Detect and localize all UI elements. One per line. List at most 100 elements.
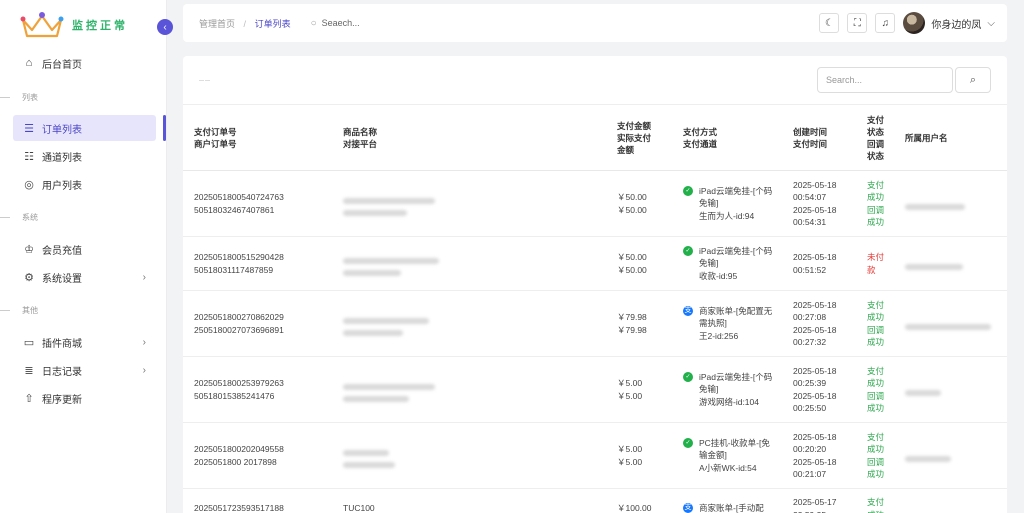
wechat-icon: ✓ <box>683 437 693 448</box>
search-button[interactable]: ⌕ <box>955 67 991 93</box>
search-input[interactable]: Search... <box>817 67 953 93</box>
header-text: 支付金额 <box>617 120 652 131</box>
sidebar-item-orders[interactable]: ☰ 订单列表 <box>13 115 156 141</box>
dark-mode-button[interactable]: ☾ <box>819 13 840 33</box>
table-row[interactable]: 2025051723593517188 TUC100 ￥100.00 支商家账单-[手… <box>183 488 1007 513</box>
payment-line: iPad云端免挂-[个码 <box>699 185 773 196</box>
list-icon: ☰ <box>24 122 34 135</box>
time-line: 2025-05-18 <box>793 324 837 335</box>
section-divider <box>0 216 10 218</box>
time-line: 00:51:52 <box>793 264 827 275</box>
table-row[interactable]: 2025051800515290428 50518031117487859 ￥50.… <box>183 236 1007 291</box>
order-no: 2025051800270862029 <box>194 312 284 322</box>
fullscreen-button[interactable]: ⛶ <box>847 13 868 33</box>
sidebar-item-home[interactable]: ⌂ 后台首页 <box>13 50 156 76</box>
time-line: 00:54:07 <box>793 192 827 202</box>
merchant-no: 50518031117487859 <box>194 264 274 275</box>
breadcrumb: 管理首页 / 订单列表 <box>199 17 291 30</box>
status-line: 成功 <box>867 509 897 513</box>
cell-status: 支付 成功 回调 成功 <box>863 170 901 237</box>
sidebar-item-label: 日志记录 <box>42 366 82 378</box>
section-divider <box>0 96 10 98</box>
notifications-button[interactable]: ♫ <box>875 13 896 33</box>
status-line: 成功 <box>867 192 885 202</box>
sidebar-item-label: 后台首页 <box>42 59 82 71</box>
time-line: 2025-05-18 <box>793 204 837 215</box>
payment-line: 免输] <box>699 384 719 395</box>
redacted-product <box>343 252 609 264</box>
cell-product <box>333 290 613 357</box>
sidebar-item-recharge[interactable]: ♔ 会员充值 <box>13 236 156 262</box>
cell-user <box>901 170 1007 237</box>
cell-amount: ￥100.00 <box>613 488 675 513</box>
sidebar-item-label: 会员充值 <box>42 245 82 257</box>
status-line: 回调 <box>867 324 885 335</box>
payment-line: PC挂机-收款单-[免 <box>699 437 770 448</box>
table-row[interactable]: 2025051800270862029 2505180027073696891 ￥7… <box>183 290 1007 357</box>
avatar[interactable] <box>903 12 926 34</box>
amount: ￥79.98 <box>617 312 647 322</box>
section-label: 列表 <box>22 92 38 102</box>
header-text: 支付方式 <box>683 126 718 137</box>
order-no: 2025051800202049558 <box>194 444 284 454</box>
sidebar-item-label: 系统设置 <box>42 273 82 285</box>
card-toolbar: —— Search... ⌕ <box>183 56 1007 104</box>
cell-status: 支付成功 <box>863 488 901 513</box>
time-line: 00:20:20 <box>793 444 827 454</box>
header-text: 支付通道 <box>683 138 718 149</box>
cell-product: TUC100 <box>333 488 613 513</box>
table-row[interactable]: 2025051800202049558 2025051800 2017898 ￥5.… <box>183 422 1007 489</box>
status-line: 未付 <box>867 252 885 262</box>
header-order-no: 支付订单号 商户订单号 <box>183 104 333 171</box>
payment-line: 免输] <box>699 198 719 209</box>
sidebar-item-plugins[interactable]: ▭ 插件商城 › <box>13 329 156 355</box>
cell-amount: ￥79.98 ￥79.98 <box>613 290 675 357</box>
sidebar-item-settings[interactable]: ⚙ 系统设置 › <box>13 264 156 290</box>
header-text: 商户订单号 <box>194 138 237 149</box>
order-no: 2025051800540724763 <box>194 192 284 202</box>
table-row[interactable]: 2025051800253979263 50518015385241476 ￥5.0… <box>183 356 1007 423</box>
payment-method: ✓ iPad云端免挂-[个码 免输] 收款-id:95 <box>683 245 785 283</box>
sidebar-item-users[interactable]: ◎ 用户列表 <box>13 171 156 197</box>
header-text: 支付时间 <box>793 138 828 149</box>
cell-product <box>333 170 613 237</box>
status-line: 回调 <box>867 204 885 215</box>
header-text: 状态 <box>867 126 885 137</box>
breadcrumb-home[interactable]: 管理首页 <box>199 19 235 29</box>
cell-order-no: 2025051723593517188 <box>183 488 333 513</box>
chevron-down-icon[interactable]: ⌵ <box>987 18 995 29</box>
actual-amount: ￥50.00 <box>617 204 647 215</box>
header-text: 支付 <box>867 114 885 125</box>
amount: ￥100.00 <box>617 503 652 513</box>
cell-payment: ✓ iPad云端免挂-[个码 免输] 游戏网络-id:104 <box>675 356 789 423</box>
cell-status: 未付款 <box>863 236 901 291</box>
bell-icon: ♫ <box>881 17 890 29</box>
table-row[interactable]: 2025051800540724763 50518032467407861 ￥50.… <box>183 170 1007 237</box>
status-line: 款 <box>867 264 876 275</box>
redacted-username <box>905 318 1003 330</box>
username[interactable]: 你身边的凤 <box>931 16 981 31</box>
gear-icon: ⚙ <box>24 271 34 284</box>
status-line: 回调 <box>867 456 885 467</box>
cell-product <box>333 356 613 423</box>
top-search[interactable]: ○ Seaech... <box>311 18 360 29</box>
chevron-right-icon: › <box>142 364 146 376</box>
cell-order-no: 2025051800270862029 2505180027073696891 <box>183 290 333 357</box>
time-line: 23:59:35 <box>793 509 859 513</box>
home-icon: ⌂ <box>25 57 33 69</box>
header-text: 金额 <box>617 144 635 155</box>
wechat-icon: ✓ <box>683 245 693 256</box>
collapse-sidebar-button[interactable]: ‹ <box>157 19 173 35</box>
status-line: 成功 <box>867 312 885 322</box>
section-system: 系统 <box>0 210 160 224</box>
sidebar-item-channels[interactable]: ☷ 通道列表 <box>13 143 156 169</box>
payment-method: ✓ PC挂机-收款单-[免 输金额] A小新WK-id:54 <box>683 437 785 475</box>
section-other: 其他 <box>0 303 160 317</box>
payment-line: A小新WK-id:54 <box>699 462 757 473</box>
sidebar-item-logs[interactable]: ≣ 日志记录 › <box>13 357 156 383</box>
sidebar-item-update[interactable]: ⇧ 程序更新 <box>13 385 156 411</box>
header-status: 支付 状态 回调 状态 <box>863 104 901 171</box>
merchant-no: 2505180027073696891 <box>194 324 284 335</box>
time-line: 00:25:39 <box>793 378 827 388</box>
payment-line: 输金额] <box>699 450 727 461</box>
